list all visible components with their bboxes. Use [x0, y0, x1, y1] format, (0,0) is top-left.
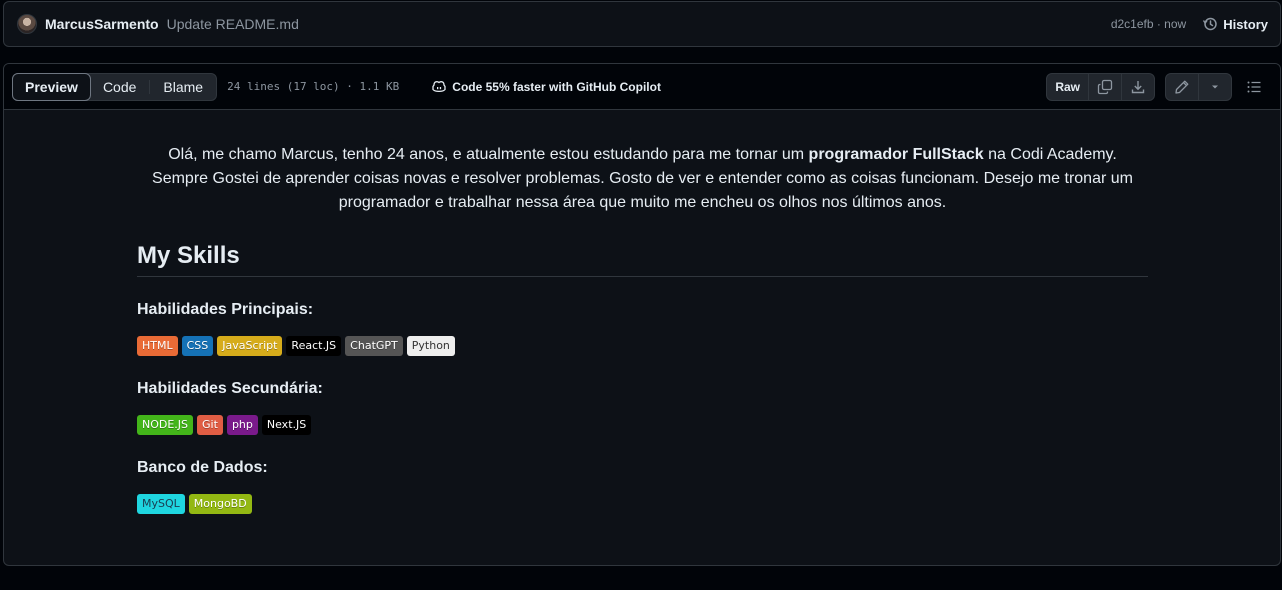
- tab-code[interactable]: Code: [90, 74, 149, 100]
- skill-badge-chatgpt: ChatGPT: [345, 336, 403, 356]
- history-icon: [1203, 17, 1217, 31]
- skill-badge-html: HTML: [137, 336, 178, 356]
- skill-badge-python: Python: [406, 336, 455, 356]
- file-header: Preview Code Blame 24 lines (17 loc) · 1…: [4, 64, 1280, 110]
- skill-badge-mysql: MySQL: [137, 494, 185, 514]
- download-icon: [1131, 80, 1145, 93]
- edit-group: [1165, 72, 1232, 101]
- section-heading-main-skills: Habilidades Principais:: [137, 301, 314, 318]
- history-label: History: [1223, 16, 1268, 32]
- view-mode-tabs: Preview Code Blame: [12, 72, 218, 101]
- skill-badge-node-js: NODE.JS: [137, 415, 194, 435]
- intro-bold-text: programador FullStack: [808, 146, 984, 163]
- skill-badge-css: CSS: [181, 336, 214, 356]
- readme-content: Olá, me chamo Marcus, tenho 24 anos, e a…: [137, 110, 1148, 514]
- copy-button[interactable]: [1089, 73, 1122, 100]
- avatar[interactable]: [17, 14, 37, 34]
- intro-text-1: Olá, me chamo Marcus, tenho 24 anos, e a…: [168, 146, 809, 163]
- skill-badge-javascript: JavaScript: [217, 336, 283, 356]
- skill-badge-php: php: [226, 415, 258, 435]
- triangle-down-icon: [1212, 85, 1218, 88]
- edit-button[interactable]: [1166, 73, 1199, 100]
- tab-blame[interactable]: Blame: [150, 74, 216, 100]
- badges-databases: MySQL MongoBD: [137, 494, 1148, 514]
- intro-paragraph: Olá, me chamo Marcus, tenho 24 anos, e a…: [137, 143, 1148, 215]
- badges-main-skills: HTML CSS JavaScript React.JS ChatGPT Python: [137, 336, 1148, 356]
- history-button[interactable]: History: [1202, 16, 1268, 32]
- raw-copy-download-group: Raw: [1046, 72, 1155, 101]
- section-heading-secondary-skills: Habilidades Secundária:: [137, 380, 323, 397]
- file-actions: Raw: [1046, 72, 1272, 101]
- commit-meta[interactable]: d2c1efb · now: [1111, 17, 1186, 31]
- badges-secondary-skills: NODE.JS Git php Next.JS: [137, 415, 1148, 435]
- outline-button[interactable]: [1242, 79, 1272, 95]
- download-button[interactable]: [1122, 74, 1154, 100]
- commit-bar: MarcusSarmento Update README.md d2c1efb …: [3, 1, 1281, 47]
- skill-badge-react-js: React.JS: [286, 336, 342, 356]
- section-heading-databases: Banco de Dados:: [137, 459, 268, 476]
- raw-button[interactable]: Raw: [1047, 73, 1089, 100]
- copilot-label: Code 55% faster with GitHub Copilot: [452, 79, 661, 94]
- skill-badge-git: Git: [197, 415, 223, 435]
- copilot-icon: [432, 80, 446, 92]
- file-viewer: Preview Code Blame 24 lines (17 loc) · 1…: [3, 63, 1281, 566]
- copy-icon: [1097, 79, 1113, 94]
- file-info: 24 lines (17 loc) · 1.1 KB: [227, 80, 400, 93]
- tab-preview[interactable]: Preview: [12, 72, 91, 101]
- skills-heading: My Skills: [137, 242, 1148, 277]
- list-icon: [1247, 81, 1261, 92]
- commit-author[interactable]: MarcusSarmento: [45, 16, 159, 32]
- skill-badge-next-js: Next.JS: [261, 415, 312, 435]
- skill-badge-mongobd: MongoBD: [188, 494, 252, 514]
- pencil-icon: [1175, 80, 1189, 94]
- copilot-link[interactable]: Code 55% faster with GitHub Copilot: [431, 79, 661, 95]
- commit-message[interactable]: Update README.md: [167, 16, 299, 32]
- edit-dropdown-button[interactable]: [1199, 74, 1231, 100]
